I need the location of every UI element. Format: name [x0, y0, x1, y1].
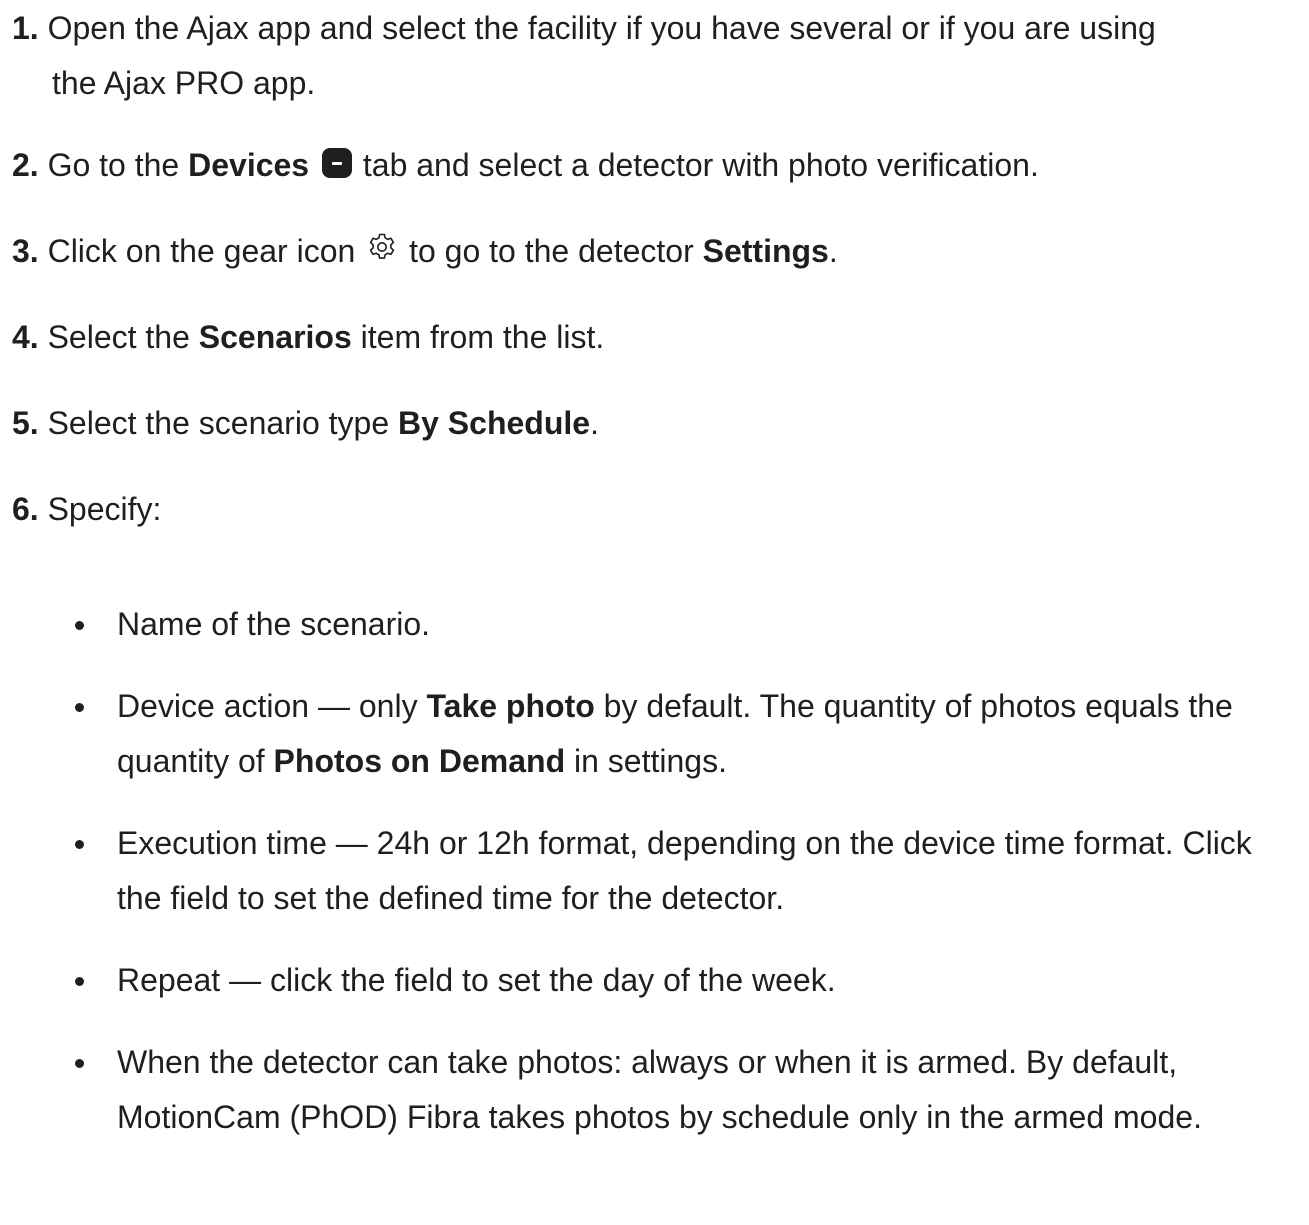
bullet-icon [75, 621, 84, 630]
list-item-text: Repeat — click the field to set the day … [117, 962, 836, 998]
list-item-text: Device action — only [117, 688, 418, 724]
step-text: Select the [47, 319, 190, 355]
step-number: 2. [12, 147, 39, 183]
step-number: 1. [12, 10, 39, 46]
list-item-text: Name of the scenario. [117, 606, 431, 642]
settings-label: Settings [702, 233, 829, 269]
step-text: Click on the gear icon [47, 233, 356, 269]
step-4: 4. Select the Scenarios item from the li… [12, 310, 1297, 365]
list-item: Execution time — 24h or 12h format, depe… [0, 816, 1309, 926]
step-text: Specify: [47, 491, 162, 527]
gear-icon [369, 233, 395, 259]
instructions-page: 1. Open the Ajax app and select the faci… [0, 0, 1309, 1225]
step-text-mid: to go to the detector [409, 233, 694, 269]
step-text-continued: the Ajax PRO app. [52, 65, 316, 101]
list-item-text: Execution time — 24h or 12h format, depe… [117, 825, 1174, 861]
specify-list: Name of the scenario. Device action — on… [0, 597, 1309, 1172]
step-text: Select the scenario type [47, 405, 390, 441]
list-item-text-continued: mode. [1113, 1099, 1202, 1135]
list-item: Repeat — click the field to set the day … [0, 953, 1309, 1008]
list-item-text-continued: MotionCam (PhOD) Fibra takes photos by s… [117, 1099, 1105, 1135]
step-number: 6. [12, 491, 39, 527]
step-3: 3. Click on the gear icon to go to the d… [12, 224, 1297, 279]
step-text: Go to the [47, 147, 180, 183]
step-5: 5. Select the scenario type By Schedule. [12, 396, 1297, 451]
bullet-icon [75, 1059, 84, 1068]
bullet-icon [75, 977, 84, 986]
scenarios-label: Scenarios [198, 319, 352, 355]
step-text-after: . [590, 405, 599, 441]
bullet-icon [75, 840, 84, 849]
step-number: 3. [12, 233, 39, 269]
step-text-after: . [828, 233, 838, 269]
bullet-icon [75, 703, 84, 712]
step-6: 6. Specify: [12, 482, 1297, 537]
list-item: Name of the scenario. [0, 597, 1309, 652]
photos-on-demand-label: Photos on Demand [273, 743, 566, 779]
step-number: 4. [12, 319, 39, 355]
step-number: 5. [12, 405, 39, 441]
step-2: 2. Go to the Devices tab and select a de… [12, 138, 1297, 193]
devices-tab-label: Devices [188, 147, 310, 183]
step-text: Open the Ajax app and select the facilit… [47, 10, 1156, 46]
devices-tab-icon [321, 148, 352, 178]
list-item: When the detector can take photos: alway… [0, 1035, 1309, 1145]
step-text-after: item from the list. [360, 319, 605, 355]
step-1: 1. Open the Ajax app and select the faci… [12, 1, 1297, 111]
step-text-after: tab and select a detector with photo ver… [362, 147, 1039, 183]
list-item-text-after: in settings. [574, 743, 727, 779]
list-item-text: When the detector can take photos: alway… [117, 1044, 1178, 1080]
take-photo-label: Take photo [426, 688, 595, 724]
list-item: Device action — only Take photo by defau… [0, 679, 1309, 789]
by-schedule-label: By Schedule [398, 405, 591, 441]
